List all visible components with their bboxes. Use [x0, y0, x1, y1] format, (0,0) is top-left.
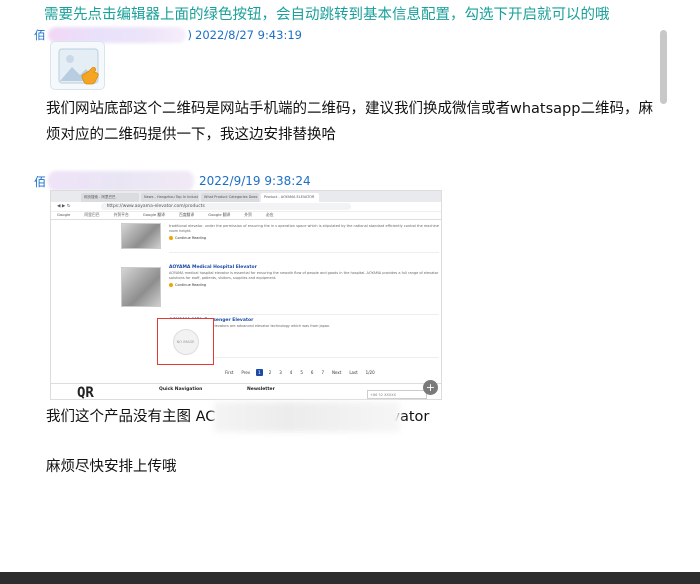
page-count: 1/20 — [365, 370, 375, 375]
scrollbar-thumb[interactable] — [660, 30, 667, 104]
footer-email: +86 52 XXXXX — [367, 390, 427, 399]
page-content: traditional elevator, under the permissi… — [51, 221, 441, 379]
product-desc: AOYAMA medical hospital elevator is esse… — [169, 271, 439, 280]
page-link-active: 1 — [256, 369, 263, 376]
product-row: AOYAMA Medical Hospital Elevator AOYAMA … — [121, 265, 439, 315]
continue-reading: Continue Reading — [169, 283, 439, 287]
image-placeholder-icon — [58, 48, 99, 85]
page-link: 5 — [300, 370, 303, 375]
bottom-bar — [0, 572, 700, 584]
qr-code-logo: QR — [77, 385, 94, 400]
elevator-thumbnail — [121, 267, 161, 307]
chat-history: 需要先点击编辑器上面的绿色按钮，会自动跳转到基本信息配置，勾选下开启就可以的哦 … — [0, 0, 660, 572]
page-link: 3 — [279, 370, 282, 375]
product-row: traditional elevator, under the permissi… — [121, 223, 439, 253]
bookmark: 外贸平台 — [113, 212, 129, 217]
bookmark: 外贸 — [244, 212, 252, 217]
page-link: Next — [331, 370, 342, 375]
page-link: Last — [349, 370, 358, 375]
redacted-sender-name — [48, 171, 195, 191]
sender-name[interactable]: 佰 — [34, 27, 46, 43]
product-title: AOYAMA Medical Hospital Elevator — [169, 265, 257, 270]
page-link: First — [225, 370, 234, 375]
message-header: 佰 2022/9/19 9:38:24 — [34, 171, 311, 191]
browser-tab: What Product Categories Does — [201, 193, 259, 202]
bookmark: 百度翻译 — [178, 212, 195, 217]
browser-tab-bar: 网页搜索 - 阿里巴巴 News - Hangzhou Top In Indus… — [51, 191, 441, 202]
site-footer: QR Quick Navigation Newsletter +86 52 XX… — [51, 383, 441, 400]
footer-heading: Quick Navigation — [159, 387, 203, 392]
footer-heading: Newsletter — [247, 387, 275, 392]
browser-tab: 网页搜索 - 阿里巴巴 — [81, 193, 139, 202]
address-bar: ◀ ▶ ↻ https://www.aoyama-elevator.com/pr… — [51, 202, 441, 212]
elevator-thumbnail — [121, 223, 161, 249]
message-timestamp: 2022/9/19 9:38:24 — [199, 174, 311, 188]
pagination: First Prev 1 2 3 4 5 6 7 Next Last 1/20 — [223, 369, 377, 376]
page-link: 6 — [310, 370, 314, 375]
image-attachment[interactable] — [50, 41, 105, 90]
bookmark: 必应 — [265, 212, 274, 217]
message-text: 我们网站底部这个二维码是网站手机端的二维码，建议我们换成微信或者whatsapp… — [46, 101, 653, 143]
product-desc: traditional elevator, under the permissi… — [169, 224, 439, 233]
zoom-in-icon[interactable]: + — [423, 380, 438, 395]
message-text: 需要先点击编辑器上面的绿色按钮，会自动跳转到基本信息配置，勾选下开启就可以的哦 — [44, 7, 610, 23]
sender-name[interactable]: 佰 — [34, 173, 46, 190]
message-timestamp: 2022/8/27 9:43:19 — [195, 28, 302, 42]
no-image-placeholder: NO IMAGE — [172, 328, 199, 355]
screenshot-attachment[interactable]: 网页搜索 - 阿里巴巴 News - Hangzhou Top In Indus… — [50, 190, 442, 400]
bookmark: Google — [57, 212, 71, 217]
page-link: 4 — [289, 370, 293, 375]
message-text-part: 我们这个产品没有主图 AC — [46, 409, 216, 425]
message-text: 麻烦尽快安排上传哦 — [46, 459, 177, 475]
page-link: 2 — [268, 370, 272, 375]
browser-tab: News - Hangzhou Top In Indust — [141, 193, 199, 202]
bookmark: Google 翻译 — [208, 212, 231, 217]
bookmark: Google 翻译 — [142, 212, 165, 217]
browser-tab: Product - AOYAMA ELEVATOR — [261, 193, 319, 202]
highlighted-missing-image: NO IMAGE — [157, 318, 214, 365]
redacted-text — [214, 402, 400, 432]
page-link: Prev — [241, 370, 251, 375]
url-text: https://www.aoyama-elevator.com/products — [100, 203, 351, 210]
continue-reading: Continue Reading — [169, 236, 439, 240]
bookmark: 阿里巴巴 — [84, 212, 100, 217]
bookmarks-bar: Google 阿里巴巴 外贸平台 Google 翻译 百度翻译 Google 翻… — [51, 212, 441, 220]
sender-name-suffix: ) — [187, 28, 193, 42]
page-link: 7 — [321, 370, 324, 375]
